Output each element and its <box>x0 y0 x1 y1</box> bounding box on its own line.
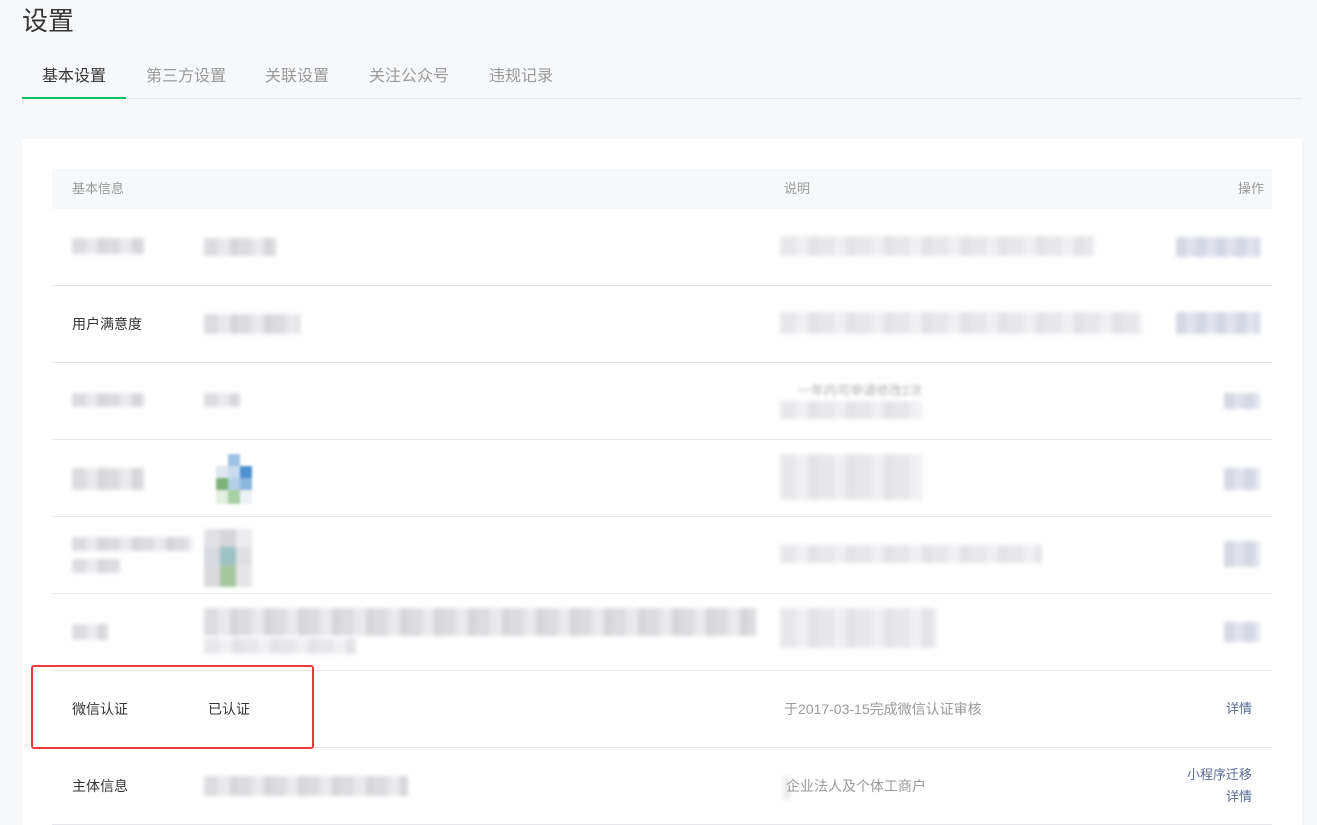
redacted-value <box>204 608 756 636</box>
redacted-label <box>72 559 120 573</box>
redacted-description <box>780 312 1142 334</box>
avatar-image <box>204 529 252 587</box>
redacted-label <box>72 624 108 640</box>
redacted-label <box>72 468 144 490</box>
table-row <box>52 517 1272 594</box>
settings-card: 基本信息 说明 操作 用户满意度 一年内可申请修改2次 微信认证 已认证 于20… <box>22 139 1302 825</box>
redacted-action[interactable] <box>1176 237 1260 257</box>
tab-third-party-settings[interactable]: 第三方设置 <box>136 60 236 99</box>
redacted-action[interactable] <box>1224 541 1260 567</box>
redacted-action[interactable] <box>1224 622 1260 642</box>
row-label-entity-info: 主体信息 <box>72 778 128 794</box>
tab-basic-settings[interactable]: 基本设置 <box>22 60 126 99</box>
row-description-verification-date: 于2017-03-15完成微信认证审核 <box>784 701 982 717</box>
redacted-value <box>204 776 408 796</box>
row-description-entity-type: 企业法人及个体工商户 <box>786 778 926 794</box>
page-title: 设置 <box>22 6 75 36</box>
redacted-label <box>72 537 192 551</box>
table-row <box>52 209 1272 286</box>
redacted-action[interactable] <box>1224 393 1260 409</box>
table-row: 用户满意度 <box>52 286 1272 363</box>
redacted-label <box>72 393 144 407</box>
redacted-description <box>780 608 936 648</box>
header-basic-info: 基本信息 <box>72 181 125 196</box>
qr-code-image <box>216 454 252 504</box>
table-row <box>52 594 1272 671</box>
settings-tabs: 基本设置 第三方设置 关联设置 关注公众号 违规记录 <box>22 60 1302 99</box>
redacted-label <box>72 238 144 254</box>
mini-program-migration-link[interactable]: 小程序迁移 <box>1187 764 1252 786</box>
header-actions: 操作 <box>1237 181 1264 196</box>
redacted-description <box>780 454 922 500</box>
header-description: 说明 <box>784 181 811 196</box>
row-value-verified: 已认证 <box>208 701 250 717</box>
row-label-wechat-verification: 微信认证 <box>72 701 128 717</box>
redacted-value <box>204 238 276 256</box>
table-row: 一年内可申请修改2次 <box>52 363 1272 440</box>
tab-follow-official-account[interactable]: 关注公众号 <box>360 60 458 99</box>
row-description-edit-limit: 一年内可申请修改2次 <box>798 383 923 398</box>
redacted-description <box>780 236 1094 256</box>
redacted-action[interactable] <box>1176 312 1260 334</box>
redacted-value <box>204 638 356 654</box>
table-row: 微信认证 已认证 于2017-03-15完成微信认证审核 详情 <box>52 671 1272 748</box>
table-row: 主体信息 企业法人及个体工商户 小程序迁移 详情 <box>52 748 1272 825</box>
details-link[interactable]: 详情 <box>1226 698 1252 720</box>
redacted-action[interactable] <box>1224 468 1260 490</box>
row-label-user-satisfaction: 用户满意度 <box>72 316 142 332</box>
details-link[interactable]: 详情 <box>1187 786 1252 808</box>
tab-violation-records[interactable]: 违规记录 <box>480 60 562 99</box>
redacted-description <box>780 545 1042 563</box>
redacted-value <box>204 314 300 334</box>
redacted-description <box>780 401 922 419</box>
table-row <box>52 440 1272 517</box>
table-header: 基本信息 说明 操作 <box>52 169 1272 209</box>
row-actions: 小程序迁移 详情 <box>1187 764 1252 808</box>
row-actions: 详情 <box>1226 698 1252 720</box>
tab-linked-settings[interactable]: 关联设置 <box>256 60 338 99</box>
redacted-value <box>204 393 240 407</box>
